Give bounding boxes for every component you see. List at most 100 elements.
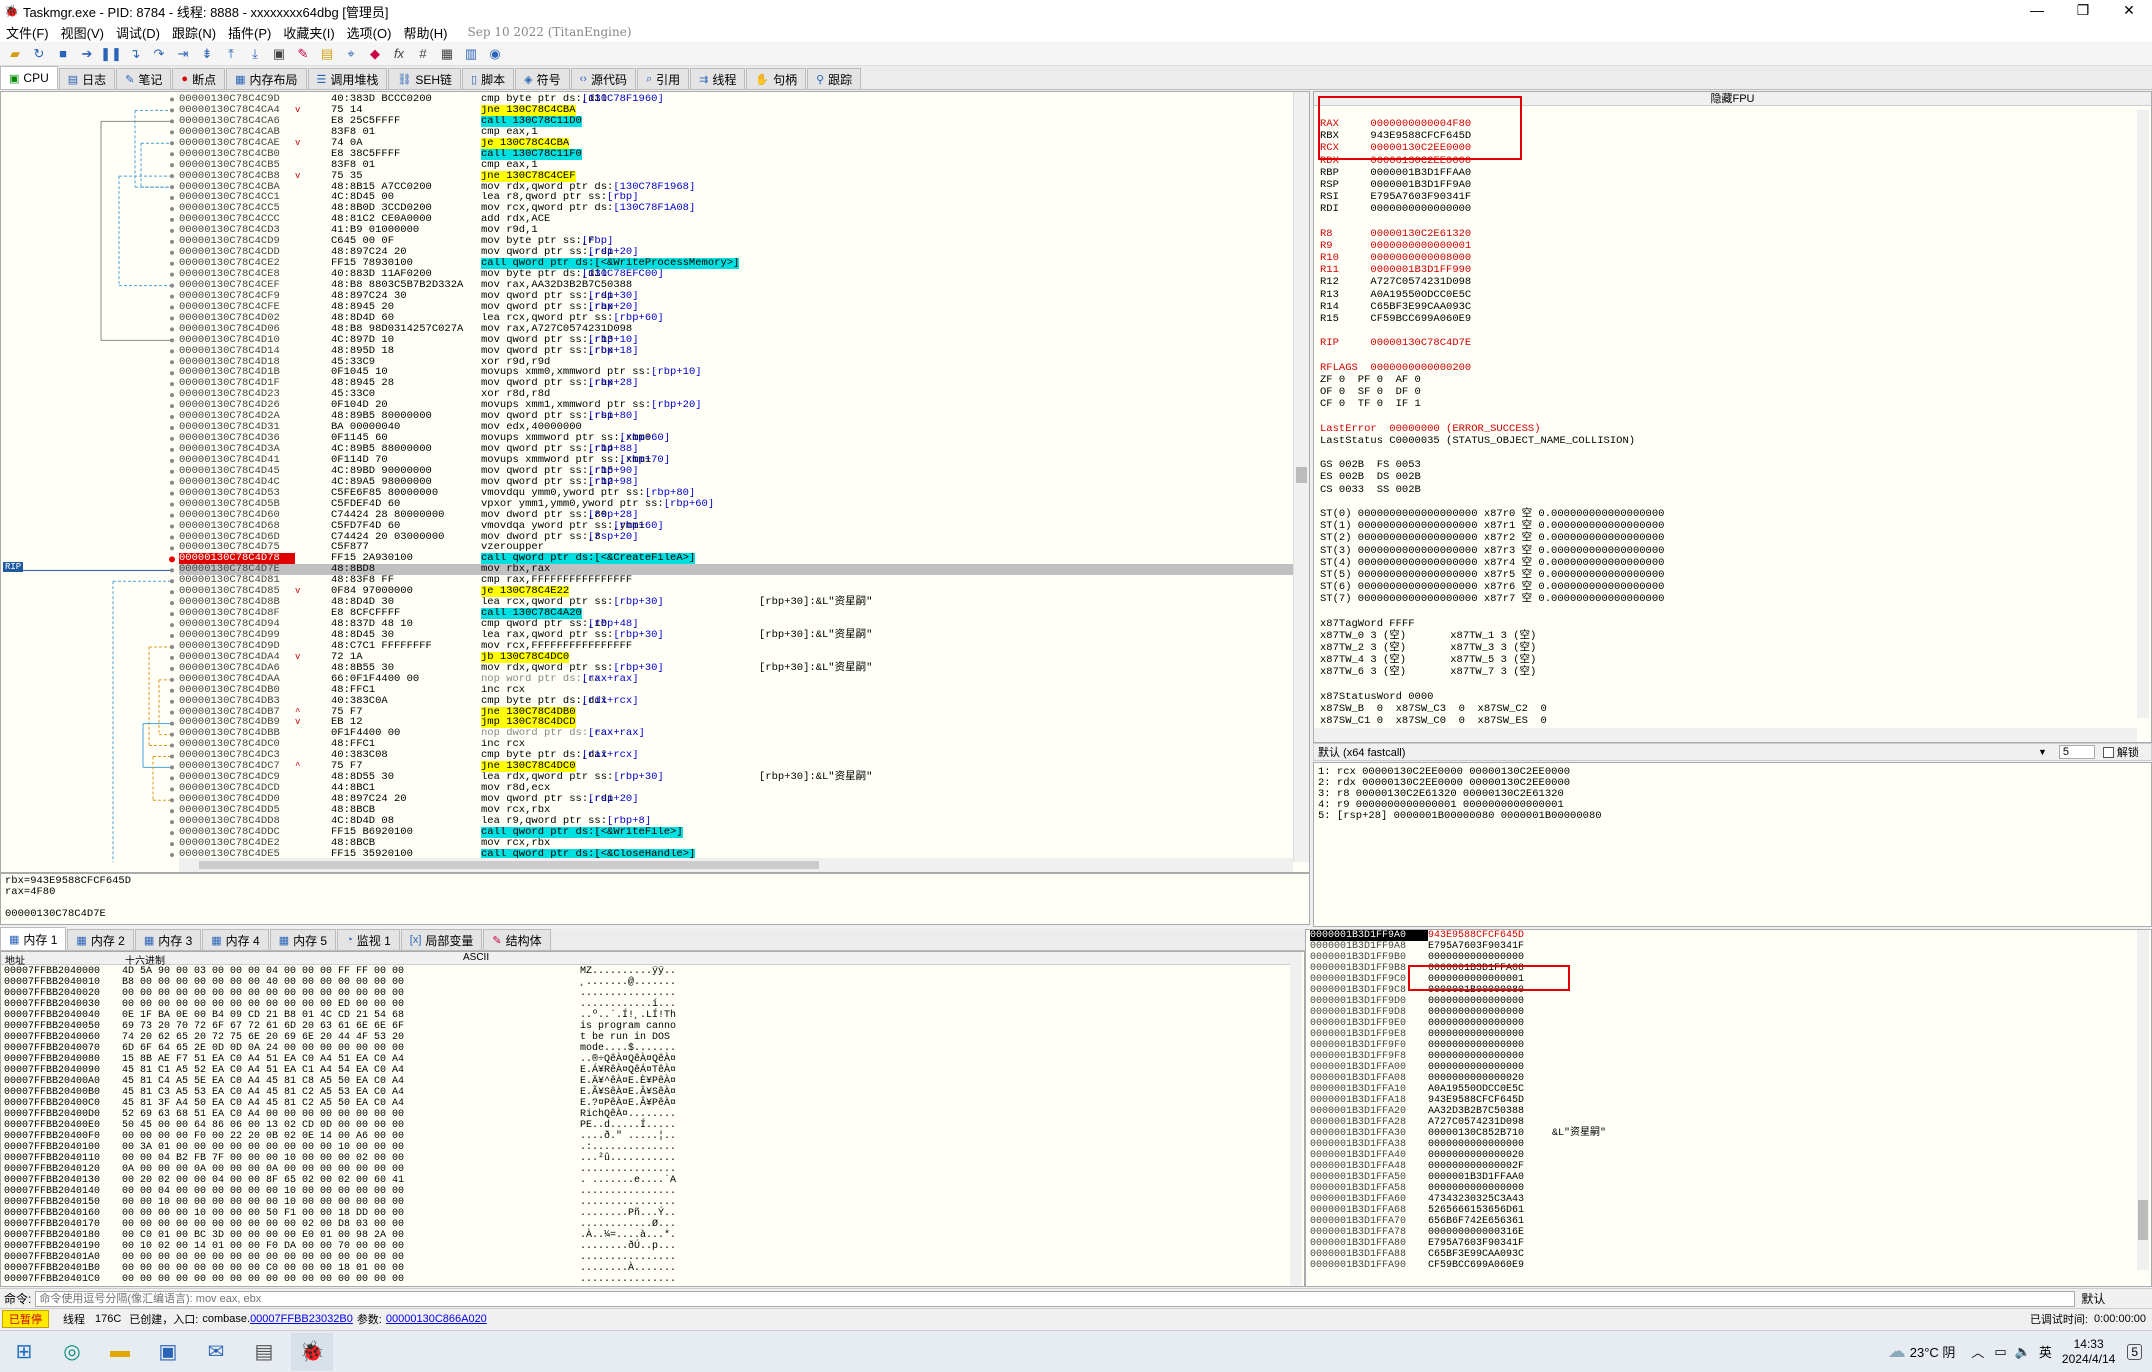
breakpoint-dot[interactable] — [170, 425, 174, 430]
disasm-row[interactable]: 00000130C78C4D75 C5F877 vzeroupper — [179, 542, 1293, 553]
breakpoint-dot[interactable] — [170, 579, 174, 584]
dump-row[interactable]: 00007FFBB20400F0 00 00 00 00 F0 00 22 20 … — [4, 1131, 676, 1142]
breakpoint-dot[interactable] — [170, 809, 174, 814]
disasm-row[interactable]: 00000130C78C4D10 4C:897D 10 mov qword ptr … — [179, 334, 1293, 346]
breakpoint-dot[interactable] — [170, 228, 174, 233]
tab-trace[interactable]: ⚲ 跟踪 — [807, 68, 862, 89]
command-mode-select[interactable]: 默认 — [2081, 1290, 2105, 1307]
memory-dump[interactable]: 地址 十六进制 ASCII 00007FFBB2040000 4D 5A 90 0… — [0, 951, 1305, 1287]
animate-icon[interactable]: ▣ — [268, 44, 290, 64]
stack-row[interactable]: 0000001B3D1FFA38 0000000000000000 — [1310, 1139, 1606, 1150]
tab-notes[interactable]: ✎ 笔记 — [116, 68, 172, 89]
disasm-row[interactable]: 00000130C78C4D8F E8 8CFCFFFF call 130C78C4… — [179, 608, 1293, 620]
breakpoint-dot[interactable] — [170, 436, 174, 441]
stack-row[interactable]: 0000001B3D1FFA18 943E9588CFCF645D — [1310, 1095, 1606, 1106]
step-into-icon[interactable]: ↴ — [124, 44, 146, 64]
disasm-row[interactable]: 00000130C78C4D94 48:837D 48 10 cmp qword p… — [179, 619, 1293, 630]
register-line[interactable]: R15 CF59BCC699A060E9 — [1320, 313, 2130, 325]
disasm-row[interactable]: 00000130C78C4D41 0F114D 70 movups xmmword … — [179, 454, 1293, 466]
module-icon[interactable]: ▥ — [460, 44, 482, 64]
disasm-row[interactable]: 00000130C78C4DE2 48:8BCB mov rcx,rbx — [179, 837, 1293, 849]
disasm-row[interactable]: 00000130C78C4DE5 FF15 35920100 call qword … — [179, 848, 1293, 858]
dump-row[interactable]: 00007FFBB2040030 00 00 00 00 00 00 00 00 … — [4, 999, 676, 1010]
dump-row[interactable]: 00007FFBB2040130 00 20 02 00 00 04 00 00 … — [4, 1175, 676, 1186]
register-scrollbar[interactable] — [2137, 110, 2149, 718]
breakpoint-dot[interactable] — [170, 163, 174, 168]
tab-seh[interactable]: ⛓ SEH链 — [388, 68, 462, 89]
breakpoint-dot[interactable] — [170, 765, 174, 770]
entry-address-link[interactable]: 00007FFBB23032B0 — [250, 1313, 353, 1325]
disasm-row[interactable]: 00000130C78C4CAB 83F8 01 cmp eax,1 — [179, 126, 1293, 138]
menu-trace[interactable]: 跟踪(N) — [166, 23, 222, 42]
disasm-vertical-scrollbar[interactable] — [1293, 92, 1309, 862]
stack-row[interactable]: 0000001B3D1FFA78 000000000000316E — [1310, 1227, 1606, 1238]
debugger-icon[interactable]: 🐞 — [291, 1332, 333, 1371]
taskmgr-icon[interactable]: ▤ — [243, 1333, 285, 1371]
dump-tab[interactable]: ▦ 内存 2 — [67, 929, 134, 950]
minimize-button[interactable]: — — [2014, 0, 2060, 22]
breakpoint-dot[interactable] — [170, 655, 174, 660]
disasm-row[interactable]: 00000130C78C4D4C 4C:89A5 98000000 mov qwor… — [179, 476, 1293, 488]
tab-handles[interactable]: ✋ 句柄 — [746, 68, 807, 89]
disasm-row[interactable]: 00000130C78C4D1B 0F1045 10 movups xmm0,xmm… — [179, 367, 1293, 378]
dump-row[interactable]: 00007FFBB2040080 15 8B AE F7 51 EA C0 A4 … — [4, 1054, 676, 1065]
breakpoint-dot[interactable] — [170, 644, 174, 649]
stack-row[interactable]: 0000001B3D1FFA28 A727C0574231D098 — [1310, 1117, 1606, 1128]
dump-row[interactable]: 00007FFBB20400A0 45 81 C4 A5 5E EA C0 A4 … — [4, 1076, 676, 1087]
weather-text[interactable]: 23°C 阴 — [1910, 1342, 1956, 1361]
stack-row[interactable]: 0000001B3D1FFA20 AA32D3B2B7C50388 — [1310, 1106, 1606, 1117]
disasm-row[interactable]: 00000130C78C4D81 48:83F8 FF cmp rax,FFFFFF… — [179, 575, 1293, 586]
disasm-row[interactable]: 00000130C78C4D8B 48:8D4D 30 lea rcx,qword … — [179, 597, 1293, 608]
arguments-panel[interactable]: 1: rcx 00000130C2EE0000 00000130C2EE0000… — [1313, 762, 2152, 927]
function-icon[interactable]: fx — [388, 44, 410, 64]
disasm-row[interactable]: 00000130C78C4D3A 4C:89B5 88000000 mov qwor… — [179, 444, 1293, 455]
scroll-thumb[interactable] — [1296, 467, 1307, 483]
register-line[interactable]: ST(5) 0000000000000000000 x87r5 空 0.0000… — [1320, 569, 2130, 581]
disasm-row[interactable]: 00000130C78C4D6D C74424 20 03000000 mov dw… — [179, 531, 1293, 543]
breakpoint-dot[interactable] — [170, 316, 174, 321]
tab-callstack[interactable]: ☰ 调用堆栈 — [307, 68, 388, 89]
register-line[interactable]: ST(0) 0000000000000000000 x87r0 空 0.0000… — [1320, 508, 2130, 520]
disasm-row[interactable]: 00000130C78C4DB0 48:FFC1 inc rcx — [179, 684, 1293, 696]
disasm-row[interactable]: 00000130C78C4D14 48:895D 18 mov qword ptr … — [179, 345, 1293, 357]
execute-till-return-icon[interactable]: ⤒ — [220, 44, 242, 64]
disasm-row[interactable]: 00000130C78C4CA6 E8 25C5FFFF call 130C78C1… — [179, 115, 1293, 127]
dump-row[interactable]: 00007FFBB2040010 B8 00 00 00 00 00 00 00 … — [4, 977, 676, 988]
label-icon[interactable]: ⌖ — [340, 44, 362, 64]
breakpoint-dot[interactable] — [170, 108, 174, 113]
menu-view[interactable]: 视图(V) — [55, 23, 110, 42]
dump-tab[interactable]: ▦ 内存 4 — [202, 929, 269, 950]
dump-row[interactable]: 00007FFBB2040020 00 00 00 00 00 00 00 00 … — [4, 988, 676, 999]
disasm-row[interactable]: 00000130C78C4DD0 48:897C24 20 mov qword pt… — [179, 794, 1293, 805]
step-over-icon[interactable]: ↷ — [148, 44, 170, 64]
disasm-row[interactable]: 00000130C78C4DC0 48:FFC1 inc rcx — [179, 739, 1293, 750]
file-explorer-icon[interactable]: ▬ — [99, 1333, 141, 1371]
breakpoint-dot[interactable] — [170, 206, 174, 211]
dump-row[interactable]: 00007FFBB2040180 00 C0 01 00 BC 3D 00 00 … — [4, 1230, 676, 1241]
disasm-row[interactable]: 00000130C78C4CAE v 74 0A je 130C78C4CBA — [179, 137, 1293, 149]
dump-row[interactable]: 00007FFBB2040140 00 00 04 00 00 00 00 00 … — [4, 1186, 676, 1197]
tab-breakpoint[interactable]: ● 断点 — [172, 68, 226, 89]
stack-row[interactable]: 0000001B3D1FFA10 A0A19550ODCC0E5C — [1310, 1084, 1606, 1095]
disasm-row[interactable]: 00000130C78C4D31 BA 00000040 mov edx,40000… — [179, 422, 1293, 433]
register-line[interactable]: ES 002B DS 002B — [1320, 471, 2130, 483]
disasm-row[interactable]: 00000130C78C4CF9 48:897C24 30 mov qword pt… — [179, 290, 1293, 302]
register-line[interactable]: ST(1) 0000000000000000000 x87r1 空 0.0000… — [1320, 520, 2130, 532]
breakpoint-dot[interactable] — [170, 382, 174, 387]
dump-row[interactable]: 00007FFBB2040150 00 00 10 00 00 00 00 00 … — [4, 1197, 676, 1208]
breakpoint-dot[interactable] — [170, 119, 174, 124]
disasm-row[interactable]: 00000130C78C4D85 v 0F84 97000000 je 130C78C… — [179, 586, 1293, 598]
breakpoint-dot[interactable] — [170, 294, 174, 299]
stack-row[interactable]: 0000001B3D1FF9B0 0000000000000000 — [1310, 952, 1606, 963]
disasm-row[interactable]: 00000130C78C4DA4 v 72 1A jb 130C78C4DC0 — [179, 651, 1293, 663]
breakpoint-dot[interactable] — [170, 677, 174, 682]
dump-row[interactable]: 00007FFBB20400C0 45 81 3F A4 50 EA C0 A4 … — [4, 1098, 676, 1109]
notification-badge[interactable]: 5 — [2127, 1343, 2142, 1360]
tab-threads[interactable]: ⇉ 线程 — [690, 68, 746, 89]
disasm-row[interactable]: 00000130C78C4CDD 48:897C24 20 mov qword pt… — [179, 247, 1293, 258]
breakpoint-dot[interactable] — [170, 820, 174, 825]
trace-over-icon[interactable]: ⇟ — [196, 44, 218, 64]
dump-row[interactable]: 00007FFBB20400E0 50 45 00 00 64 86 06 00 … — [4, 1120, 676, 1131]
stack-row[interactable]: 0000001B3D1FFA90 CF59BCC699A060E9 — [1310, 1260, 1606, 1271]
disasm-row[interactable]: 00000130C78C4CA4 v 75 14 jne 130C78C4CBA — [179, 104, 1293, 116]
